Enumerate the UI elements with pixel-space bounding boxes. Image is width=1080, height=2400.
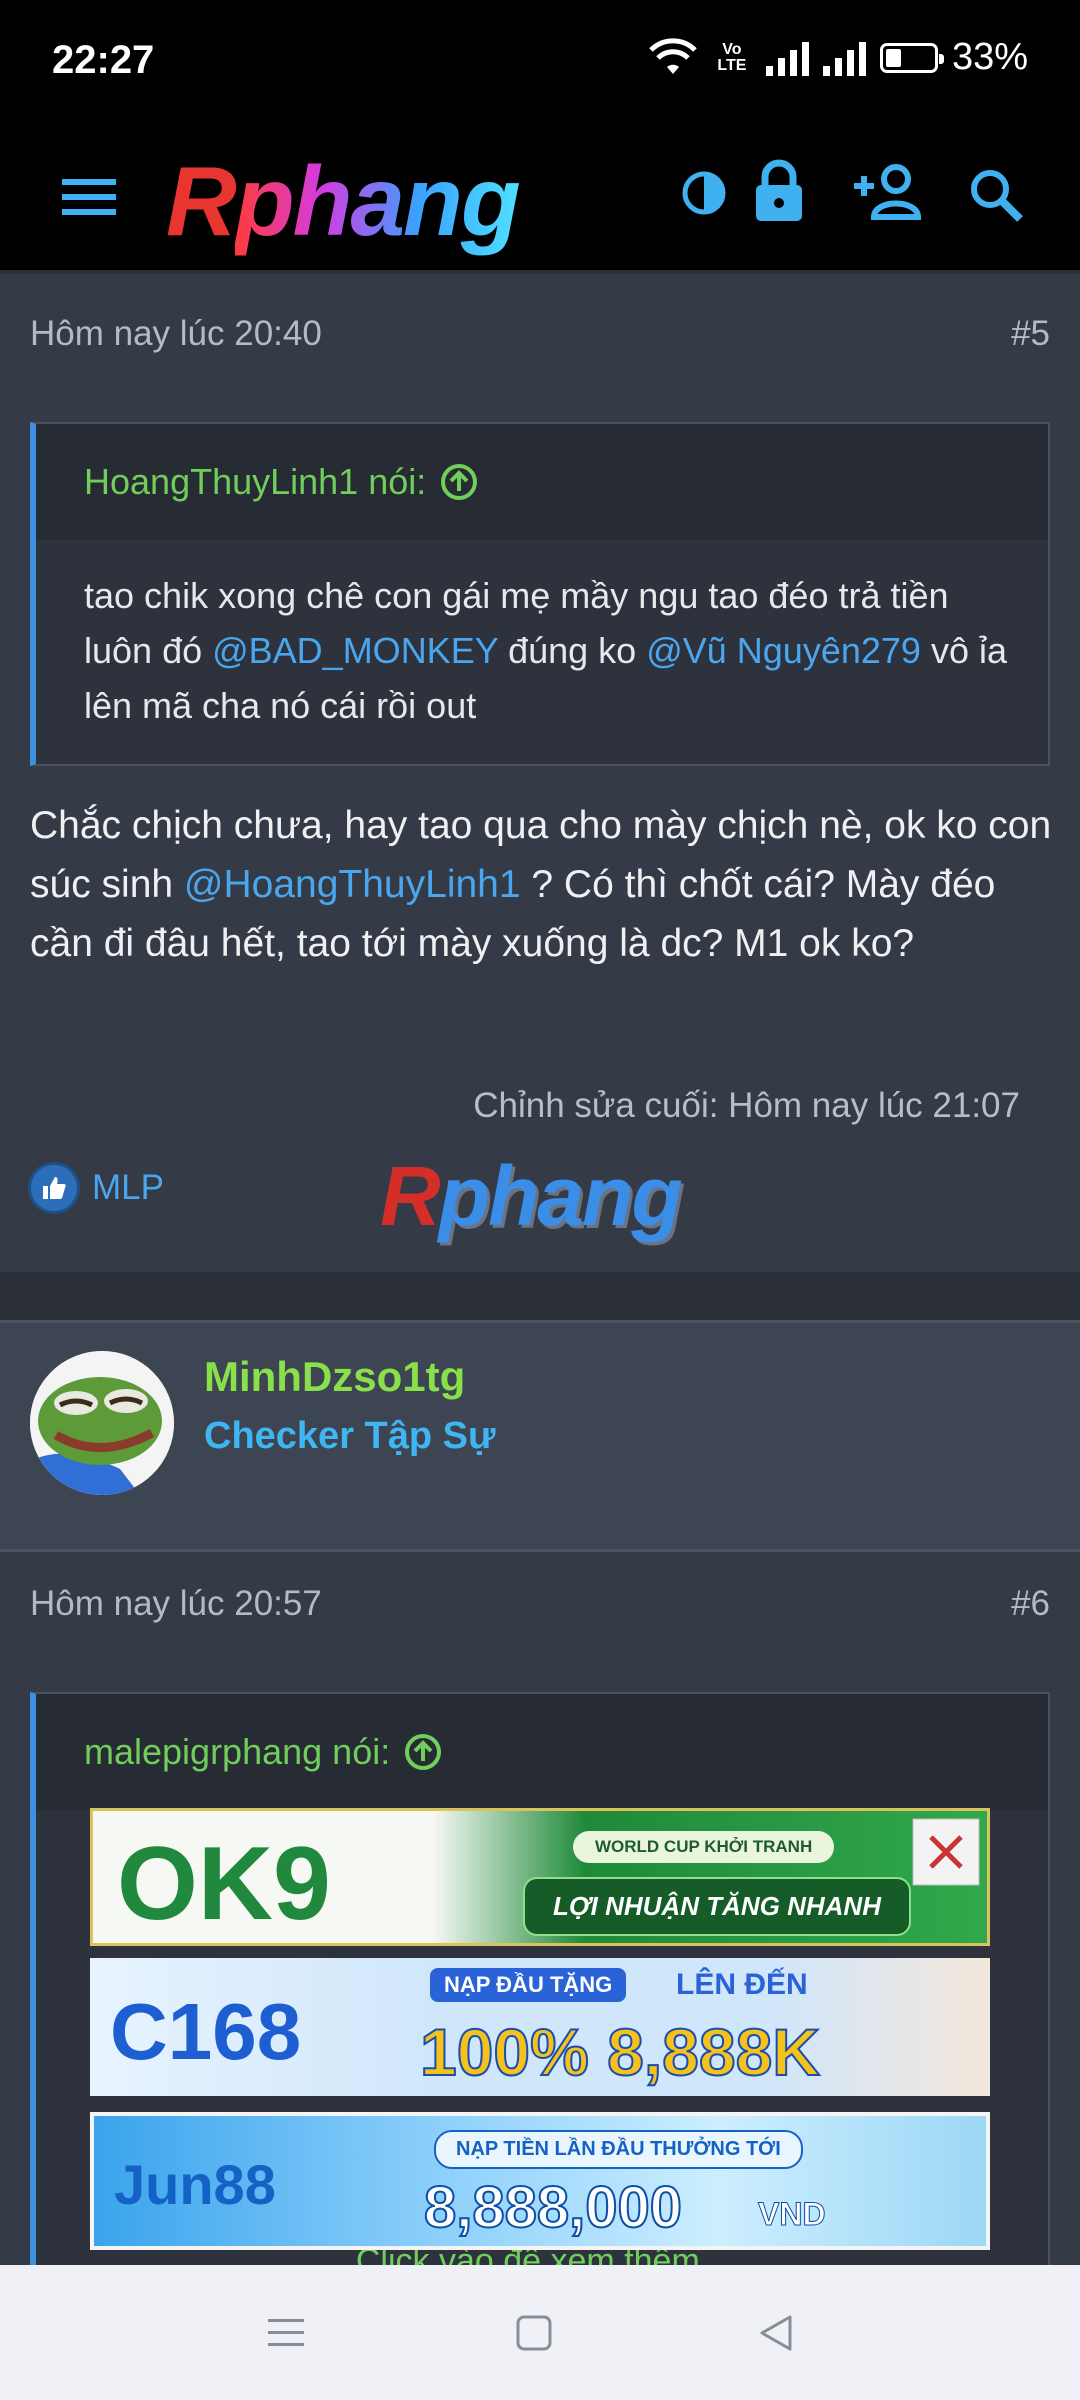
post-timestamp[interactable]: Hôm nay lúc 20:40 <box>30 314 322 354</box>
user-info: MinhDzso1tg Checker Tập Sự <box>0 1320 1080 1552</box>
app-header: Rphang <box>0 125 1080 274</box>
ad-tagline: WORLD CUP KHỞI TRANH <box>573 1831 835 1863</box>
ad-brand: OK9 <box>117 1826 331 1942</box>
status-icons: Vo LTE 33% <box>648 36 1028 79</box>
quote-text: tao chik xong chê con gái mẹ mầy ngu tao… <box>36 540 1048 763</box>
ad-banner-ok9[interactable]: OK9 WORLD CUP KHỞI TRANH LỢI NHUẬN TĂNG … <box>90 1808 990 1946</box>
add-user-icon[interactable] <box>852 163 924 221</box>
edited-note: Chỉnh sửa cuối: Hôm nay lúc 21:07 <box>473 1086 1020 1125</box>
signal-icon-2 <box>822 40 866 76</box>
quote-header[interactable]: malepigrphang nói: <box>36 1694 1048 1810</box>
ad-tagline: NẠP ĐẦU TẶNG <box>430 1968 627 2002</box>
ad-brand: Jun88 <box>114 2153 276 2216</box>
theme-toggle-icon[interactable] <box>680 169 728 217</box>
avatar[interactable] <box>30 1351 174 1495</box>
site-logo[interactable]: Rphang <box>166 145 521 258</box>
quote-header[interactable]: HoangThuyLinh1 nói: <box>36 424 1048 540</box>
status-bar: 22:27 Vo LTE 33% <box>0 0 1080 125</box>
clock: 22:27 <box>52 38 155 82</box>
ad-brand: C168 <box>110 1987 302 2076</box>
search-icon[interactable] <box>968 167 1024 223</box>
user-title: Checker Tập Sự <box>204 1415 496 1457</box>
ad-headline: LỢI NHUẬN TĂNG NHANH <box>523 1877 911 1936</box>
ad-headline: 100% 8,888K <box>419 2014 821 2090</box>
mention-link[interactable]: @Vũ Nguyên279 <box>646 630 921 671</box>
quote-author[interactable]: HoangThuyLinh1 nói: <box>84 461 426 503</box>
wifi-icon <box>649 37 697 74</box>
post-separator <box>0 1272 1080 1320</box>
quote-text-part: đúng ko <box>498 630 647 671</box>
reactions-bar[interactable]: MLP <box>28 1162 164 1214</box>
post-number[interactable]: #5 <box>1011 314 1050 354</box>
menu-icon[interactable] <box>60 173 118 221</box>
quote-author[interactable]: malepigrphang nói: <box>84 1731 390 1773</box>
system-nav-bar <box>0 2265 1080 2400</box>
ad-tagline: NẠP TIỀN LẦN ĐẦU THƯỞNG TỚI <box>434 2130 803 2169</box>
back-icon[interactable] <box>756 2313 796 2353</box>
lock-icon[interactable] <box>752 159 806 223</box>
mention-link[interactable]: @BAD_MONKEY <box>212 630 498 671</box>
volte-indicator: Vo LTE <box>717 40 747 74</box>
like-icon <box>28 1162 80 1214</box>
ad-headline: 8,888,000 <box>423 2174 683 2241</box>
post-number[interactable]: #6 <box>1011 1584 1050 1624</box>
ad-banner-jun88[interactable]: Jun88 NẠP TIỀN LẦN ĐẦU THƯỞNG TỚI 8,888,… <box>90 2112 990 2250</box>
battery-icon <box>879 42 944 73</box>
ad-unit: VND <box>758 2196 827 2233</box>
quote-block: HoangThuyLinh1 nói: tao chik xong chê co… <box>30 422 1050 766</box>
signature-logo: Rphang <box>380 1149 683 1243</box>
pepe-avatar-image <box>30 1351 174 1495</box>
arrow-up-circle-icon[interactable] <box>404 1733 442 1771</box>
post-timestamp[interactable]: Hôm nay lúc 20:57 <box>30 1584 322 1624</box>
signal-icon <box>765 40 809 76</box>
home-icon[interactable] <box>514 2313 554 2353</box>
mention-link[interactable]: @HoangThuyLinh1 <box>184 863 521 906</box>
ad-sub: LÊN ĐẾN <box>676 1968 808 2001</box>
ad-banner-c168[interactable]: C168 NẠP ĐẦU TẶNG LÊN ĐẾN 100% 8,888K <box>90 1958 990 2096</box>
arrow-up-circle-icon[interactable] <box>440 463 478 501</box>
reaction-user[interactable]: MLP <box>92 1168 164 1208</box>
recents-icon[interactable] <box>266 2313 306 2353</box>
battery-percent: 33% <box>951 36 1028 78</box>
username[interactable]: MinhDzso1tg <box>204 1353 465 1401</box>
close-ad-icon[interactable] <box>911 1817 981 1887</box>
post-message: Chắc chịch chưa, hay tao qua cho mày chị… <box>30 796 1060 973</box>
